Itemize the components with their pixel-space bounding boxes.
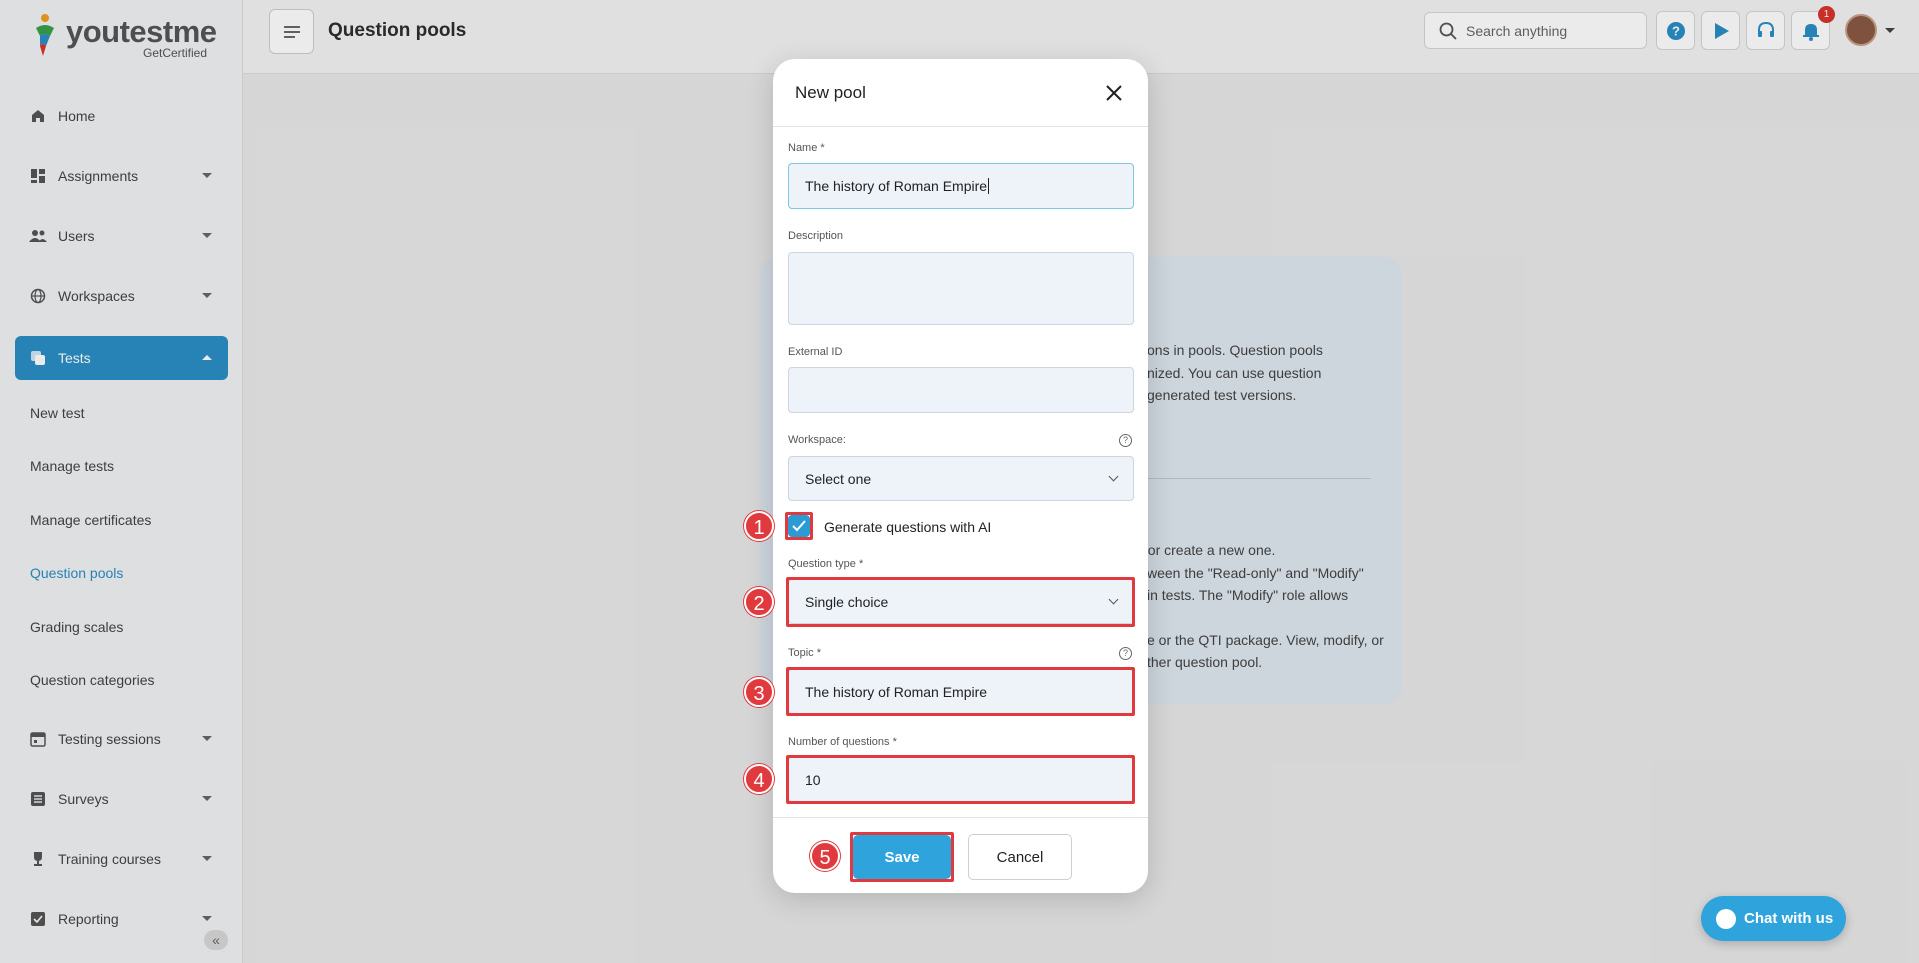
highlight-box (786, 577, 1135, 627)
step-marker-5: 5 (810, 841, 840, 871)
generate-ai-label[interactable]: Generate questions with AI (824, 519, 991, 535)
external-id-input[interactable] (788, 367, 1134, 413)
help-circle-icon[interactable]: ? (1119, 434, 1132, 447)
dialog-title: New pool (795, 83, 866, 102)
topic-label-text: Topic (788, 647, 814, 659)
question-type-label-text: Question type (788, 558, 856, 570)
name-input-value: The history of Roman Empire (805, 178, 988, 194)
workspace-label: Workspace: (788, 434, 846, 446)
name-label: Name * (788, 142, 825, 154)
name-input[interactable]: The history of Roman Empire (788, 163, 1134, 209)
highlight-box (850, 832, 954, 882)
step-marker-2: 2 (744, 587, 774, 617)
highlight-box (785, 512, 813, 540)
step-marker-3: 3 (744, 677, 774, 707)
description-textarea[interactable] (788, 252, 1134, 325)
text-cursor (988, 178, 990, 194)
chevron-down-icon (1108, 471, 1119, 482)
dialog-footer-divider (773, 817, 1148, 818)
description-label: Description (788, 230, 844, 242)
number-of-questions-label: Number of questions * (788, 736, 897, 748)
highlight-box (786, 667, 1135, 716)
workspace-select[interactable]: Select one (788, 456, 1134, 501)
required-mark: * (892, 736, 897, 748)
required-mark: * (820, 142, 825, 154)
name-label-text: Name (788, 142, 818, 154)
new-pool-dialog: New pool Name * The history of Roman Emp… (773, 59, 1148, 893)
chat-label: Chat with us (1744, 910, 1834, 927)
chat-button[interactable]: Chat with us (1701, 896, 1846, 941)
step-marker-1: 1 (744, 511, 774, 541)
cancel-button[interactable]: Cancel (968, 834, 1072, 880)
topic-label: Topic * (788, 647, 821, 659)
question-type-label: Question type * (788, 558, 863, 570)
close-icon[interactable] (1104, 83, 1124, 103)
required-mark: * (858, 558, 864, 570)
workspace-select-value: Select one (805, 470, 872, 487)
number-of-questions-label-text: Number of questions (788, 736, 890, 748)
highlight-box (786, 755, 1135, 804)
chat-bubble-icon (1716, 908, 1736, 929)
external-id-label: External ID (788, 346, 843, 358)
help-circle-icon[interactable]: ? (1119, 647, 1132, 660)
step-marker-4: 4 (744, 764, 774, 794)
dialog-header: New pool (773, 59, 1148, 127)
required-mark: * (816, 647, 822, 659)
